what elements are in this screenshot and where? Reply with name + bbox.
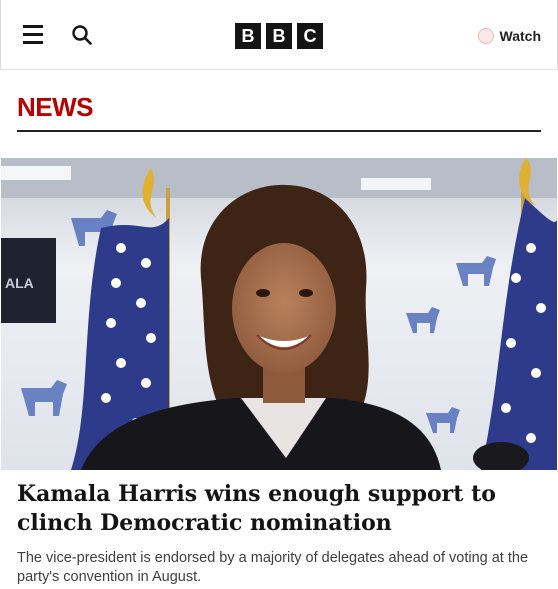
- live-dot-icon: [477, 28, 494, 44]
- menu-button[interactable]: [23, 25, 45, 45]
- section-title[interactable]: NEWS: [17, 92, 541, 122]
- hamburger-icon: [23, 25, 43, 28]
- section-divider: [17, 130, 541, 132]
- article-hero-image[interactable]: ALA: [1, 158, 557, 470]
- hero-photo-illustration: ALA: [1, 158, 557, 470]
- article-headline[interactable]: Kamala Harris wins enough support to cli…: [17, 480, 537, 538]
- bbc-logo[interactable]: B B C: [235, 23, 323, 49]
- top-navigation-bar: B B C Watch: [0, 0, 558, 70]
- logo-letter: B: [266, 23, 292, 49]
- search-button[interactable]: [71, 24, 93, 46]
- search-icon: [72, 25, 92, 45]
- section-header: NEWS: [17, 92, 541, 132]
- article-summary: The vice-president is endorsed by a majo…: [17, 550, 529, 585]
- hamburger-icon-line: [23, 41, 43, 44]
- hamburger-icon-line: [23, 33, 43, 36]
- watch-label: Watch: [499, 28, 541, 44]
- watch-button[interactable]: Watch: [477, 26, 541, 46]
- svg-text:ALA: ALA: [5, 275, 34, 291]
- logo-letter: C: [297, 23, 323, 49]
- logo-letter: B: [235, 23, 261, 49]
